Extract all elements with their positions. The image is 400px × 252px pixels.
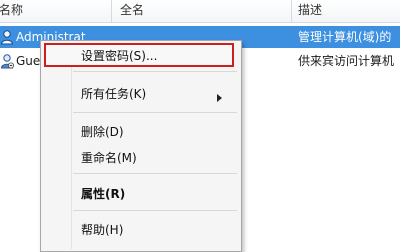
row-description: 供来宾访问计算机 [298, 54, 395, 68]
row-name: Gue [16, 54, 41, 68]
menu-item-all-tasks[interactable]: 所有任务(K) [81, 83, 146, 105]
row-description: 管理计算机(域)的 [298, 30, 392, 44]
menu-item-rename[interactable]: 重命名(M) [81, 147, 137, 169]
menu-separator [73, 112, 237, 113]
column-header-description[interactable]: 描述 [292, 0, 400, 22]
menu-separator [73, 173, 237, 174]
menu-item-properties[interactable]: 属性(R) [81, 183, 125, 205]
user-icon [0, 53, 14, 69]
context-menu: 设置密码(S)... 所有任务(K) 删除(D) 重命名(M) 属性(R) 帮助… [40, 40, 242, 252]
column-header-name[interactable]: 名称 [0, 0, 112, 22]
menu-separator [73, 210, 237, 211]
menu-item-help[interactable]: 帮助(H) [81, 219, 123, 241]
submenu-arrow-icon [217, 94, 222, 102]
column-header-full-name[interactable]: 全名 [112, 0, 292, 22]
user-icon [0, 29, 14, 45]
menu-separator [73, 71, 237, 72]
menu-item-delete[interactable]: 删除(D) [81, 121, 124, 143]
menu-gutter [71, 43, 72, 249]
menu-item-set-password[interactable]: 设置密码(S)... [81, 45, 157, 67]
list-header: 名称 全名 描述 [0, 0, 400, 23]
